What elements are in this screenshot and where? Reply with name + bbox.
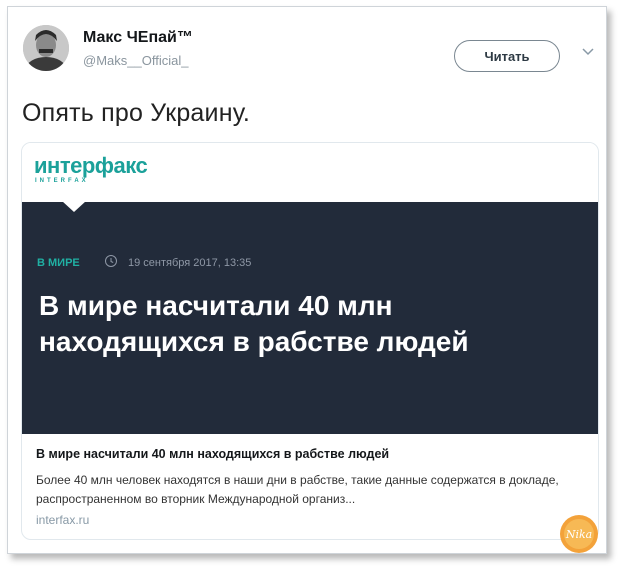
svg-text:Nika: Nika — [565, 528, 592, 541]
card-description: Более 40 млн человек находятся в наши дн… — [36, 473, 559, 506]
link-card[interactable]: интерфакс INTERFAX В МИРЕ 19 сентября 20… — [21, 142, 599, 540]
chevron-down-icon[interactable] — [581, 47, 595, 57]
watermark-logo: Nika — [560, 515, 598, 553]
date-label: 19 сентября 2017, 13:35 — [128, 257, 252, 269]
card-domain: interfax.ru — [36, 513, 90, 527]
tweet-text: Опять про Украину. — [22, 99, 251, 127]
avatar-image — [23, 25, 69, 71]
interfax-logo-sub: INTERFAX — [35, 178, 89, 184]
interfax-logo: интерфакс — [34, 153, 148, 178]
card-headline: В мире насчитали 40 млн находящихся в ра… — [39, 290, 469, 357]
author-name[interactable]: Макс ЧЕпай™ — [83, 29, 193, 47]
follow-button[interactable]: Читать — [454, 40, 560, 72]
card-title: В мире насчитали 40 млн находящихся в ра… — [36, 447, 390, 461]
clock-icon — [105, 255, 117, 267]
card-logo-area: интерфакс INTERFAX — [22, 143, 598, 203]
avatar[interactable] — [23, 25, 69, 71]
card-image: В МИРЕ 19 сентября 2017, 13:35 В мире на… — [22, 201, 598, 434]
author-handle[interactable]: @Maks__Official_ — [83, 53, 188, 68]
tweet-container: Макс ЧЕпай™ @Maks__Official_ Читать Опят… — [7, 6, 607, 554]
notch-shape — [62, 201, 86, 212]
category-label: В МИРЕ — [37, 257, 80, 269]
